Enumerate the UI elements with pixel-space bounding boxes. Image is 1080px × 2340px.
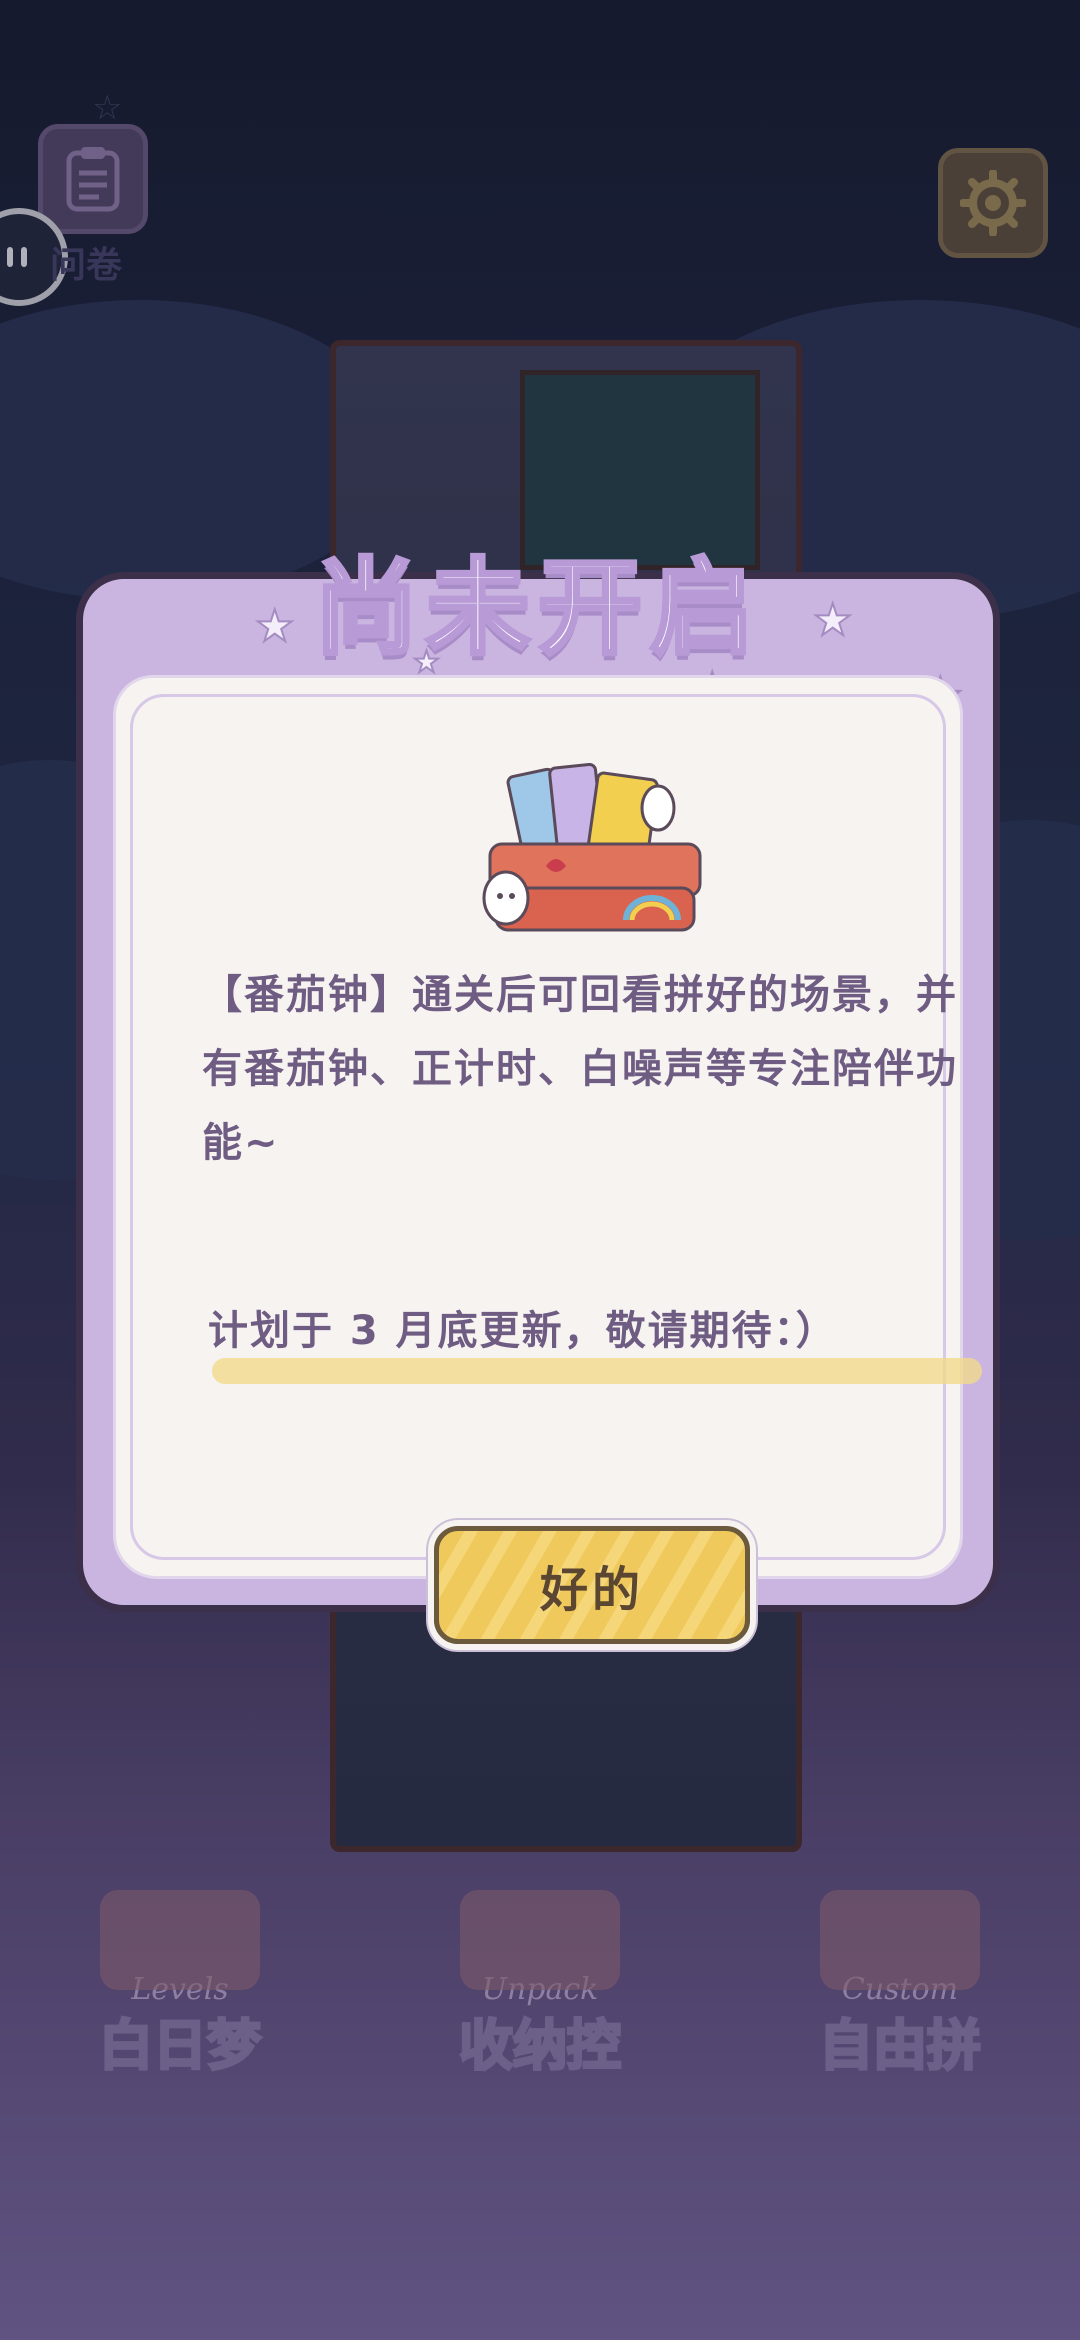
not-open-modal: 尚未开启 ★ ★ ★ ★ ★ 【番茄钟】通关后可回看拼好的场景，并有番茄钟、正计…	[76, 545, 1000, 1644]
highlight-underline	[212, 1358, 982, 1384]
modal-title: 尚未开启	[312, 545, 762, 671]
star-icon: ★	[812, 594, 853, 647]
modal-content: 【番茄钟】通关后可回看拼好的场景，并有番茄钟、正计时、白噪声等专注陪伴功能~ 计…	[113, 675, 982, 1644]
update-plan-text: 计划于 3 月底更新，敬请期待：）	[208, 1308, 838, 1354]
feature-description: 【番茄钟】通关后可回看拼好的场景，并有番茄钟、正计时、白噪声等专注陪伴功能~	[202, 972, 958, 1166]
ok-button[interactable]: 好的	[434, 1526, 750, 1644]
star-icon: ★	[254, 600, 295, 653]
storage-box-illustration	[482, 762, 702, 932]
